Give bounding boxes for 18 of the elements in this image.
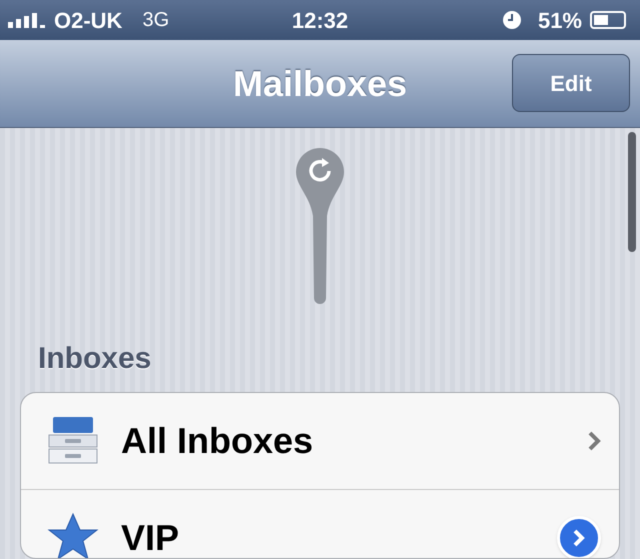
network-type: 3G [142,8,170,33]
section-header: Inboxes [38,344,152,374]
nav-title: Mailboxes [232,62,408,106]
edit-button[interactable]: Edit [512,54,630,112]
signal-icon [8,12,46,28]
mailbox-row[interactable]: All Inboxes [21,393,619,489]
detail-disclosure-button[interactable] [557,516,601,558]
chevron-icon [587,430,601,452]
mailbox-label: VIP [121,516,180,558]
battery-percent: 51% [538,6,582,34]
clock-icon [502,10,522,30]
mailbox-row[interactable]: VIP [21,489,619,558]
mailbox-label: All Inboxes [121,419,314,463]
battery-icon [590,11,626,29]
star-icon [45,512,101,558]
chevron-icon [572,528,586,548]
carrier-name: O2-UK [54,6,122,34]
clock-time: 12:32 [292,6,348,34]
